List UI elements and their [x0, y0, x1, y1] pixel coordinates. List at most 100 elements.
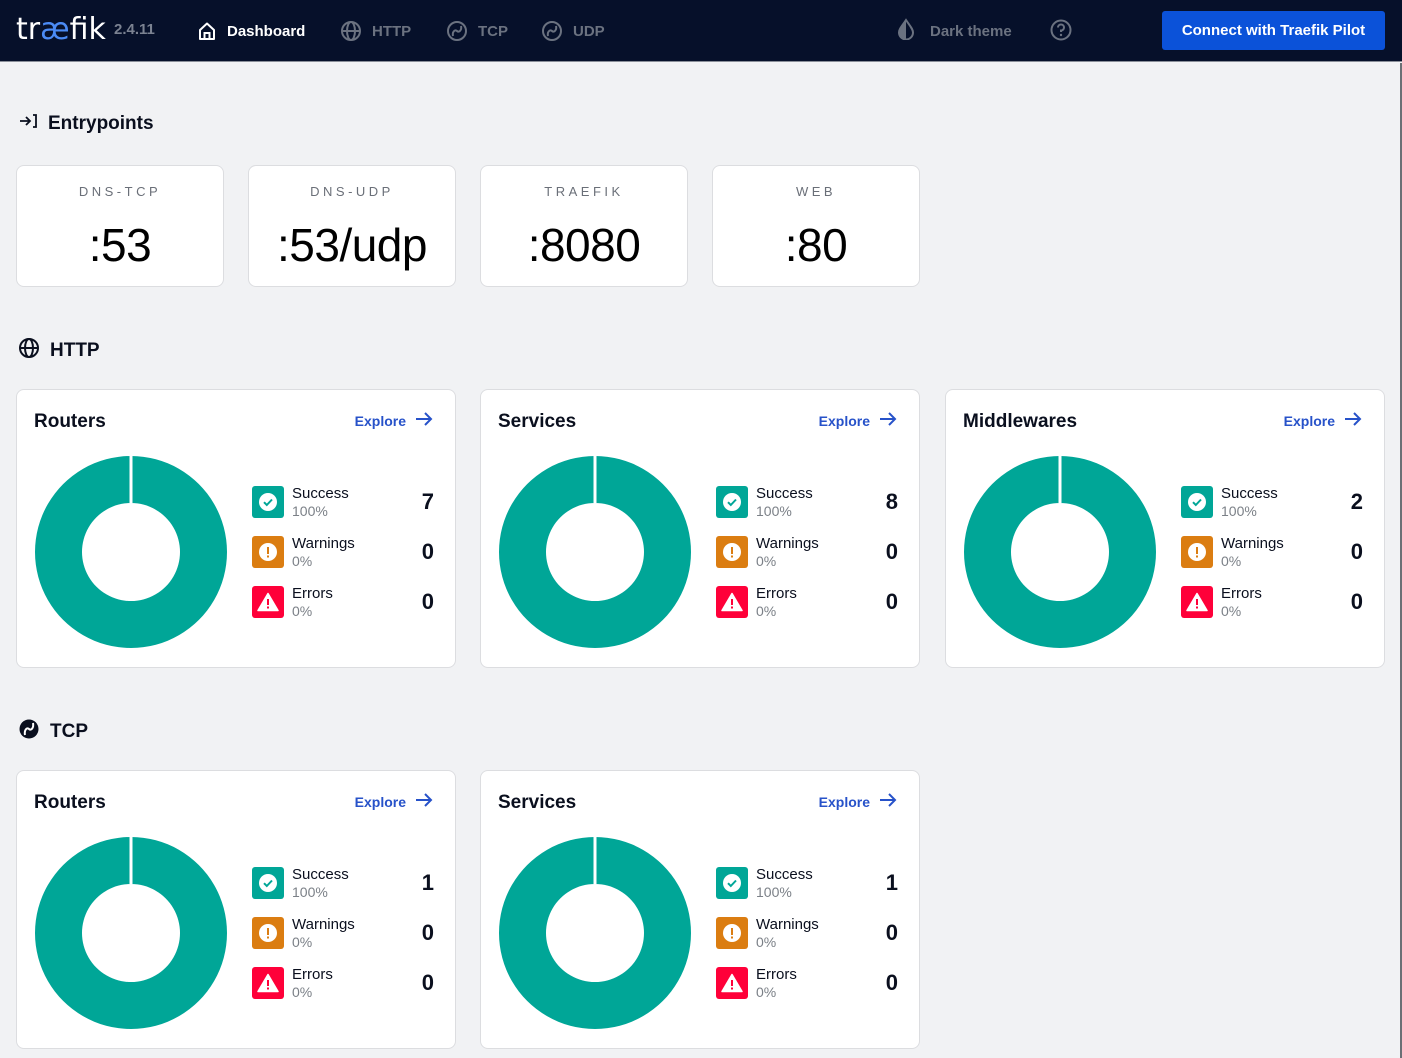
nav-dashboard[interactable]: Dashboard [197, 17, 305, 45]
exclamation-circle-icon [1181, 536, 1213, 568]
drop-icon [896, 18, 916, 44]
http-services-card: Services Explore Success 100% 8 Warnings… [480, 389, 920, 668]
globe-icon [18, 337, 40, 365]
entrypoint-name: TRAEFIK [544, 184, 624, 199]
legend-percent: 0% [1221, 553, 1242, 569]
legend-row-warning: Warnings 0% 0 [716, 916, 898, 966]
legend-label: Success [292, 866, 349, 883]
donut-container [499, 837, 691, 1034]
legend-row-success: Success 100% 2 [1181, 485, 1363, 535]
http-title: HTTP [50, 340, 100, 361]
explore-link[interactable]: Explore [819, 793, 897, 810]
legend-count: 0 [885, 589, 898, 614]
legend-percent: 100% [756, 503, 792, 519]
arrow-right-icon [1344, 412, 1362, 429]
legend-count: 7 [421, 489, 434, 514]
entrypoints-title: Entrypoints [48, 113, 154, 134]
status-donut-chart [35, 837, 227, 1029]
legend-percent: 0% [756, 603, 777, 619]
legend-row-warning: Warnings 0% 0 [1181, 535, 1363, 585]
status-donut-chart [499, 456, 691, 648]
arrow-right-icon [879, 793, 897, 810]
legend-percent: 0% [292, 603, 313, 619]
logo-text: fik [69, 12, 106, 47]
legend-label: Warnings [1221, 535, 1284, 552]
legend-label: Errors [292, 585, 333, 602]
legend-row-error: Errors 0% 0 [716, 966, 898, 1016]
udp-icon [541, 20, 563, 42]
globe-icon [340, 20, 362, 42]
donut-container [35, 456, 227, 653]
explore-label: Explore [354, 793, 406, 810]
tcp-heading: TCP [18, 718, 88, 746]
entrypoints-heading: Entrypoints [18, 113, 154, 135]
version-label: 2.4.11 [114, 21, 155, 38]
question-circle-icon[interactable] [1049, 18, 1073, 47]
status-legend: Success 100% 1 Warnings 0% 0 Errors 0% 0 [716, 866, 898, 1016]
exclamation-circle-icon [252, 917, 284, 949]
explore-link[interactable]: Explore [1284, 412, 1362, 429]
tcp-icon [18, 718, 40, 746]
explore-link[interactable]: Explore [355, 412, 433, 429]
legend-percent: 100% [292, 503, 328, 519]
card-title: Routers [34, 411, 106, 432]
status-legend: Success 100% 8 Warnings 0% 0 Errors 0% 0 [716, 485, 898, 635]
dark-theme-toggle[interactable]: Dark theme [896, 17, 1012, 45]
legend-row-error: Errors 0% 0 [252, 966, 434, 1016]
tcp-title: TCP [50, 721, 88, 742]
legend-label: Errors [756, 585, 797, 602]
check-circle-icon [716, 486, 748, 518]
check-circle-icon [252, 486, 284, 518]
legend-percent: 100% [1221, 503, 1257, 519]
legend-count: 0 [885, 970, 898, 995]
legend-label: Warnings [756, 535, 819, 552]
legend-label: Success [756, 485, 813, 502]
legend-count: 0 [1350, 589, 1363, 614]
warning-triangle-icon [716, 967, 748, 999]
legend-count: 0 [1350, 539, 1363, 564]
legend-row-warning: Warnings 0% 0 [716, 535, 898, 585]
exclamation-circle-icon [716, 536, 748, 568]
legend-count: 2 [1350, 489, 1363, 514]
entrypoint-card: DNS-UDP :53/udp [248, 165, 456, 287]
warning-triangle-icon [252, 586, 284, 618]
status-donut-chart [964, 456, 1156, 648]
card-title: Routers [34, 792, 106, 813]
legend-label: Warnings [292, 535, 355, 552]
explore-label: Explore [354, 412, 406, 429]
explore-link[interactable]: Explore [355, 793, 433, 810]
dark-theme-label: Dark theme [930, 22, 1012, 40]
donut-container [499, 456, 691, 653]
legend-label: Success [292, 485, 349, 502]
legend-label: Errors [1221, 585, 1262, 602]
tcp-icon [446, 20, 468, 42]
donut-container [35, 837, 227, 1034]
explore-label: Explore [818, 793, 870, 810]
nav-dashboard-label: Dashboard [227, 22, 306, 40]
entrypoint-name: DNS-TCP [78, 184, 162, 199]
exclamation-circle-icon [716, 917, 748, 949]
tcp-services-card: Services Explore Success 100% 1 Warnings… [480, 770, 920, 1049]
status-legend: Success 100% 7 Warnings 0% 0 Errors 0% 0 [252, 485, 434, 635]
nav-udp-label: UDP [573, 22, 605, 40]
connect-pilot-button[interactable]: Connect with Traefik Pilot [1162, 11, 1385, 50]
nav-tcp[interactable]: TCP [446, 17, 508, 45]
legend-label: Success [756, 866, 813, 883]
legend-row-error: Errors 0% 0 [252, 585, 434, 635]
exclamation-circle-icon [252, 536, 284, 568]
legend-label: Success [1221, 485, 1278, 502]
legend-percent: 0% [292, 934, 313, 950]
warning-triangle-icon [252, 967, 284, 999]
entrypoint-port: :53 [88, 219, 152, 271]
legend-percent: 0% [756, 553, 777, 569]
status-donut-chart [499, 837, 691, 1029]
nav-tcp-label: TCP [478, 22, 508, 40]
traefik-logo[interactable]: træfik [16, 12, 106, 48]
entrypoint-port: :80 [784, 219, 848, 271]
http-routers-card: Routers Explore Success 100% 7 Warnings … [16, 389, 456, 668]
entrypoint-port: :53/udp [277, 219, 427, 271]
explore-link[interactable]: Explore [819, 412, 897, 429]
nav-udp[interactable]: UDP [541, 17, 605, 45]
nav-http[interactable]: HTTP [340, 17, 411, 45]
http-middlewares-card: Middlewares Explore Success 100% 2 Warni… [945, 389, 1385, 668]
